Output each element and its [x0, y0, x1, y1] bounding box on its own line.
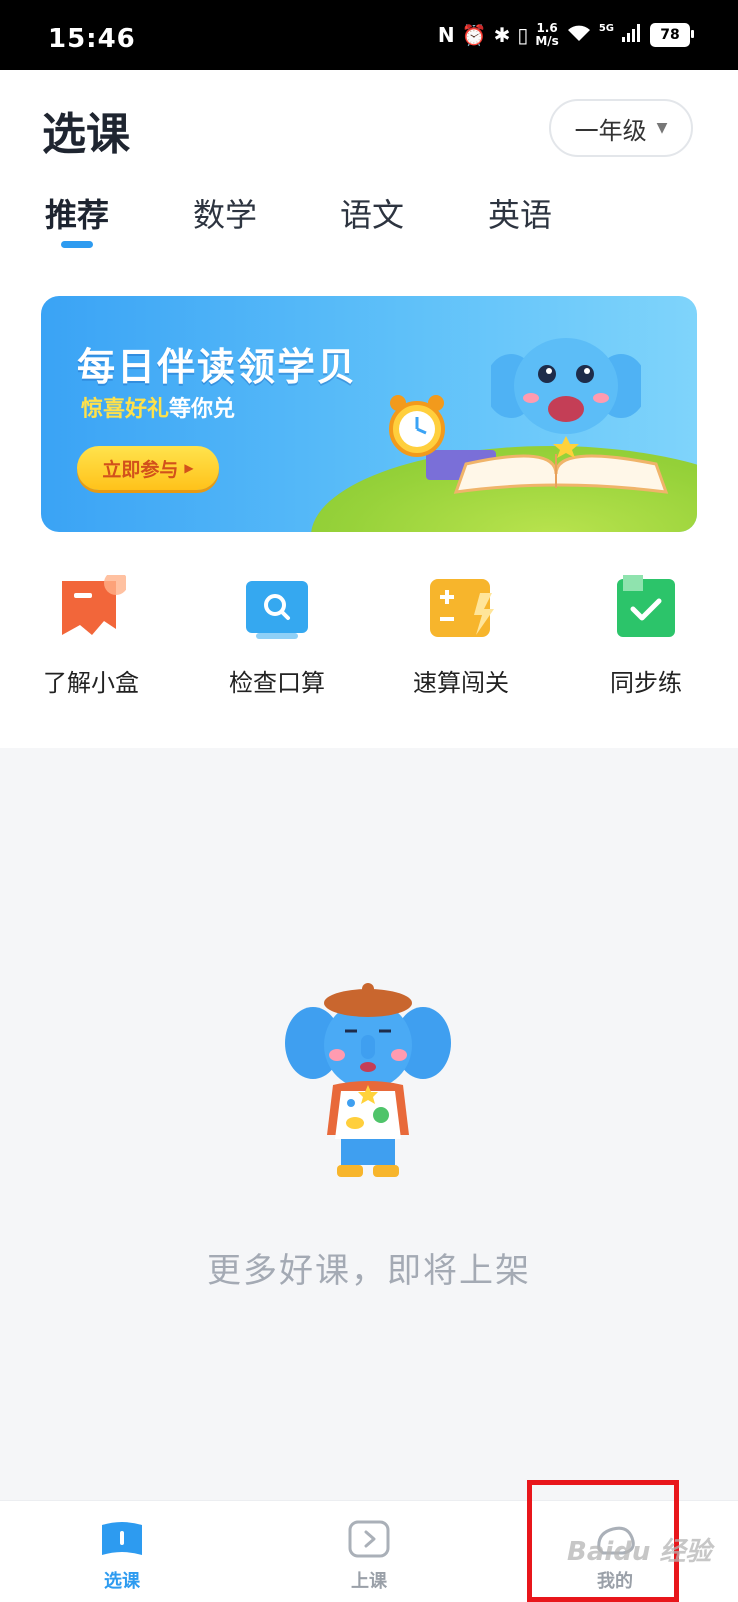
network-speed: 1.6 M/s	[535, 22, 558, 48]
status-time: 15:46	[48, 24, 136, 54]
empty-state: 更多好课，即将上架	[0, 748, 738, 1500]
banner-subtitle-highlight: 惊喜好礼	[81, 397, 170, 422]
quick-action-about-label: 了解小盒	[43, 669, 139, 697]
check-book-icon	[611, 575, 681, 641]
quick-action-check-arithmetic-label: 检查口算	[229, 669, 325, 697]
tab-math[interactable]: 数学	[193, 190, 257, 236]
banner-subtitle-rest: 等你兑	[169, 397, 236, 422]
banner-join-label: 立即参与	[102, 458, 179, 481]
status-bar: 15:46 N ⏰ ✱ ▯ 1.6 M/s 5G 78	[0, 0, 738, 70]
baidu-watermark: Baidu 经验	[567, 1537, 712, 1567]
vibrate-icon: ▯	[517, 23, 529, 47]
quick-action-sync-practice-label: 同步练	[610, 669, 682, 697]
tab-chinese[interactable]: 语文	[340, 190, 404, 236]
tab-english[interactable]: 英语	[488, 190, 552, 236]
battery-icon: 78	[650, 23, 694, 47]
nfc-icon: N	[437, 23, 455, 47]
wifi-icon	[566, 23, 592, 48]
quick-action-speed-challenge-label: 速算闯关	[413, 669, 509, 697]
speed-unit: M/s	[535, 34, 559, 48]
play-arrow-icon: ▶	[184, 461, 194, 475]
bluetooth-icon: ✱	[493, 23, 511, 47]
elephant-mascot-illustration	[491, 338, 641, 458]
tab-recommended[interactable]: 推荐	[45, 190, 109, 236]
alarm-clock-illustration	[389, 395, 445, 457]
banner-subtitle: 惊喜好礼等你兑	[81, 391, 235, 423]
banner-title: 每日伴读领学贝	[77, 345, 358, 389]
book-icon	[100, 1519, 144, 1559]
alarm-icon: ⏰	[461, 23, 487, 47]
search-doc-icon	[242, 575, 312, 641]
subject-tabs: 推荐 数学 语文 英语	[0, 190, 738, 250]
quick-action-sync-practice[interactable]: 同步练	[576, 575, 716, 698]
nav-attend-class[interactable]: 上课	[309, 1519, 429, 1593]
signal-icon	[621, 23, 643, 48]
banner-join-button[interactable]: 立即参与 ▶	[77, 446, 219, 490]
network-type: 5G	[598, 22, 614, 34]
quick-actions: 了解小盒 检查口算 速算闯关 同步练	[0, 571, 738, 705]
quick-action-check-arithmetic[interactable]: 检查口算	[207, 575, 347, 698]
speed-value: 1.6	[536, 21, 558, 35]
calculator-icon	[426, 575, 496, 641]
grade-selector[interactable]: 一年级 ▼	[549, 99, 693, 157]
quick-action-speed-challenge[interactable]: 速算闯关	[391, 575, 531, 698]
flag-icon	[56, 571, 128, 641]
nav-attend-class-label: 上课	[351, 1571, 387, 1592]
grade-selector-label: 一年级	[574, 116, 647, 145]
elephant-mascot-empty-illustration	[285, 983, 451, 1177]
play-icon	[347, 1519, 391, 1559]
empty-state-message: 更多好课，即将上架	[207, 1251, 531, 1291]
active-tab-indicator	[61, 241, 93, 248]
quick-action-about[interactable]: 了解小盒	[21, 571, 161, 698]
caret-down-icon: ▼	[656, 120, 668, 136]
page-title: 选课	[42, 109, 130, 160]
nav-select-course[interactable]: 选课	[62, 1519, 182, 1593]
nav-select-course-label: 选课	[104, 1571, 140, 1592]
promo-banner[interactable]: 每日伴读领学贝 惊喜好礼等你兑 立即参与 ▶	[41, 296, 697, 532]
status-icons: N ⏰ ✱ ▯ 1.6 M/s 5G 78	[437, 22, 694, 48]
